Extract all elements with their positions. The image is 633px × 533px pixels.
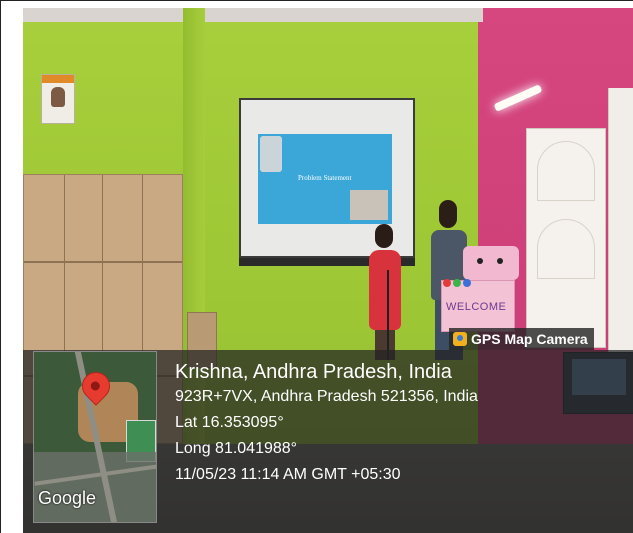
slide-title: Problem Statement [298, 174, 352, 182]
gps-map-camera-badge: GPS Map Camera [449, 328, 594, 350]
location-latitude: Lat 16.353095° [175, 414, 284, 431]
gps-badge-label: GPS Map Camera [471, 331, 588, 347]
wall-portrait [41, 74, 75, 124]
slide-image [260, 136, 282, 172]
classroom-photo: Problem Statement WELCOME Google GPS Map… [23, 8, 633, 533]
white-door [526, 128, 606, 348]
location-info: Krishna, Andhra Pradesh, India 923R+7VX,… [175, 360, 478, 488]
location-timestamp: 11/05/23 11:14 AM GMT +05:30 [175, 466, 401, 483]
gps-camera-icon [453, 332, 467, 346]
white-door-right [608, 88, 633, 368]
google-logo: Google [38, 488, 97, 508]
presenter-girl [369, 250, 401, 330]
presenter-boy-head [439, 200, 457, 228]
location-place: Krishna, Andhra Pradesh, India [175, 361, 452, 383]
location-address: 923R+7VX, Andhra Pradesh 521356, India [175, 388, 478, 405]
ceiling [23, 8, 483, 22]
slide-image [350, 190, 388, 220]
microphone-stand [387, 270, 389, 360]
presentation-slide: Problem Statement [258, 134, 392, 224]
location-longitude: Long 81.041988° [175, 440, 298, 457]
presenter-girl-head [375, 224, 393, 248]
welcome-text: WELCOME [446, 301, 507, 313]
colored-dots [443, 274, 473, 292]
map-thumbnail: Google [33, 351, 157, 523]
